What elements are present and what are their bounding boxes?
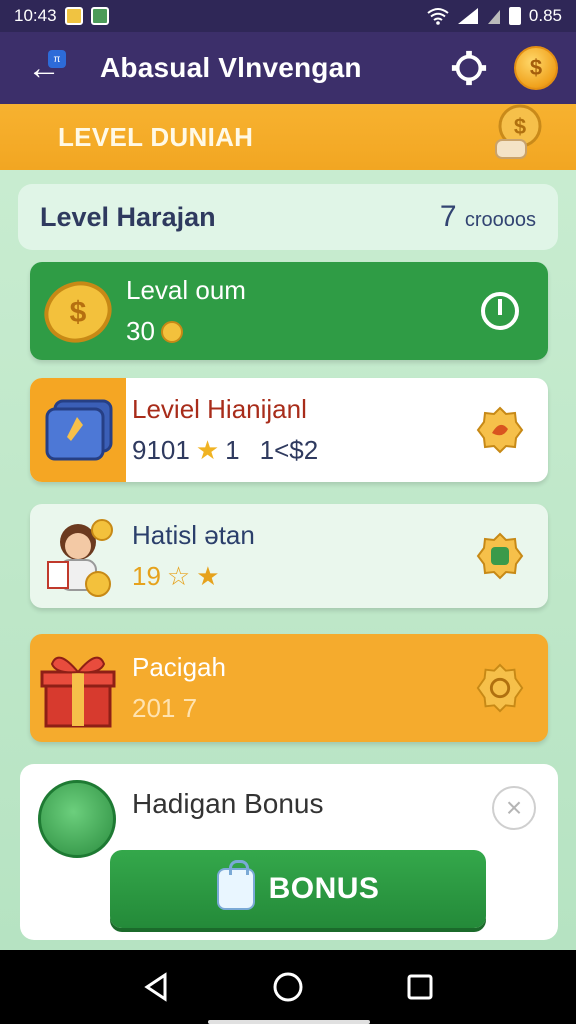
row-2-sub: 9101 ★ 1 1<$2 [132, 435, 318, 466]
star-icon: ★ [195, 435, 220, 465]
row-2-title: Leviel Hianijanl [132, 394, 307, 424]
status-battery: 0.85 [528, 6, 562, 25]
small-coin-icon [160, 320, 183, 343]
battery-icon [508, 7, 521, 25]
badge-icon [476, 406, 524, 454]
recents-square-icon [407, 974, 433, 1000]
signal-icon [457, 8, 478, 24]
row-4-text: Pacigah 201 7 [132, 652, 226, 724]
row-2-value-a: 9101 [132, 435, 190, 465]
row-4-action[interactable] [474, 662, 526, 714]
bonus-button[interactable]: BONUS [110, 850, 486, 928]
app-title: Abasual Vlnvengan [100, 52, 362, 83]
row-3-value: 19 [132, 561, 161, 591]
bonus-button-label: BONUS [268, 872, 380, 905]
main-content: Level Harajan 7 croooos $ Leval oum 30 L… [0, 170, 576, 950]
count-value: 7 [439, 200, 457, 233]
signal-icon-2 [487, 10, 500, 24]
banner-title: LEVEL DUNIAH [58, 121, 254, 152]
back-nav-button[interactable] [136, 967, 176, 1007]
count-unit: croooos [464, 209, 536, 231]
row-1-text: Leval oum 30 [126, 275, 246, 347]
row-2-value-c: 1<$2 [259, 435, 319, 465]
coin-icon: $ [30, 262, 126, 360]
recents-nav-button[interactable] [400, 967, 440, 1007]
svg-text:$: $ [514, 114, 526, 139]
level-header-count: 7 croooos [440, 200, 536, 234]
badge-icon: π [48, 50, 66, 68]
status-time: 10:43 [14, 6, 57, 25]
home-nav-button[interactable] [268, 967, 308, 1007]
star-outline-icon: ☆ [166, 561, 191, 591]
bonus-title: Hadigan Bonus [132, 788, 324, 819]
avatar-icon [30, 504, 126, 608]
close-button[interactable]: × [492, 786, 536, 830]
triangle-back-icon [144, 972, 167, 1002]
row-1-value: 30 [126, 316, 155, 346]
star-icon: ★ [196, 561, 220, 591]
level-row-4[interactable]: Pacigah 201 7 [30, 634, 548, 742]
level-row-2[interactable]: Leviel Hianijanl 9101 ★ 1 1<$2 [30, 378, 548, 482]
row-1-title: Leval oum [126, 275, 246, 305]
app-bar: ← π Abasual Vlnvengan $ [0, 32, 576, 104]
row-3-text: Hatisl ətan 19 ☆ ★ [132, 520, 255, 592]
money-icon [38, 780, 116, 858]
level-banner: LEVEL DUNIAH $ [0, 104, 576, 170]
row-4-sub: 201 7 [132, 693, 198, 723]
app-notification-icon [90, 7, 109, 25]
notification-icon [64, 7, 83, 25]
row-3-action[interactable] [474, 530, 526, 582]
level-header-card: Level Harajan 7 croooos [18, 184, 558, 250]
card-icon [30, 378, 126, 482]
bonus-card: Hadigan Bonus × BONUS [20, 764, 558, 940]
wifi-icon [427, 8, 449, 25]
row-3-title: Hatisl ətan [132, 520, 255, 550]
row-2-action[interactable] [474, 404, 526, 456]
row-2-text: Leviel Hianijanl 9101 ★ 1 1<$2 [132, 394, 318, 466]
bag-icon [216, 860, 255, 910]
row-4-title: Pacigah [132, 652, 226, 682]
home-circle-icon [273, 972, 303, 1002]
app-actions: $ [450, 46, 558, 90]
status-left: 10:43 [14, 6, 109, 26]
back-button[interactable]: ← π [18, 42, 70, 94]
gift-icon [30, 634, 126, 742]
row-3-sub: 19 ☆ ★ [132, 561, 255, 592]
close-icon: × [505, 792, 523, 823]
row-1-sub: 30 [126, 316, 246, 347]
coin-hand-icon: $ [495, 104, 542, 159]
level-header-title: Level Harajan [40, 201, 216, 232]
power-button[interactable] [474, 285, 526, 337]
svg-text:$: $ [70, 296, 87, 329]
coin-icon[interactable]: $ [514, 46, 558, 90]
level-row-1[interactable]: $ Leval oum 30 [30, 262, 548, 360]
power-icon [481, 292, 519, 330]
badge-icon [476, 532, 524, 580]
navigation-bar [0, 950, 576, 1024]
status-bar: 10:43 0.85 [0, 0, 576, 32]
gear-badge-icon [476, 663, 524, 713]
home-indicator [208, 1020, 370, 1024]
status-right: 0.85 [427, 6, 562, 26]
row-2-value-b: 1 [225, 435, 240, 465]
gear-icon[interactable] [450, 49, 488, 87]
level-row-3[interactable]: Hatisl ətan 19 ☆ ★ [30, 504, 548, 608]
